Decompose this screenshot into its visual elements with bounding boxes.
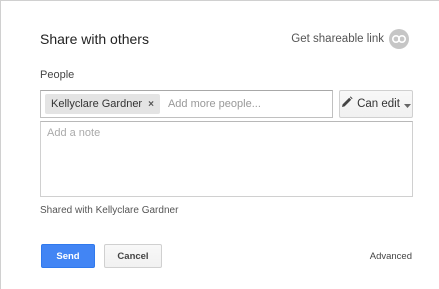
people-label: People bbox=[40, 69, 75, 81]
cancel-button[interactable]: Cancel bbox=[104, 244, 162, 268]
get-shareable-link-button[interactable]: Get shareable link bbox=[291, 29, 409, 49]
pencil-icon bbox=[341, 95, 353, 113]
recipient-chip: Kellyclare Gardner × bbox=[45, 94, 160, 114]
link-icon bbox=[389, 29, 409, 49]
remove-recipient-icon[interactable]: × bbox=[148, 99, 154, 110]
shared-with-text: Shared with Kellyclare Gardner bbox=[40, 205, 179, 216]
add-people-input[interactable] bbox=[167, 98, 318, 110]
advanced-link[interactable]: Advanced bbox=[370, 251, 412, 262]
shareable-link-label: Get shareable link bbox=[291, 33, 384, 45]
note-textarea[interactable] bbox=[40, 121, 413, 197]
permission-label: Can edit bbox=[357, 98, 400, 110]
recipient-chip-label: Kellyclare Gardner bbox=[51, 98, 143, 110]
chevron-down-icon bbox=[403, 95, 411, 113]
dialog-title: Share with others bbox=[40, 31, 149, 47]
permission-dropdown[interactable]: Can edit bbox=[339, 90, 413, 118]
people-field[interactable]: Kellyclare Gardner × bbox=[40, 90, 333, 118]
send-button[interactable]: Send bbox=[41, 244, 95, 268]
